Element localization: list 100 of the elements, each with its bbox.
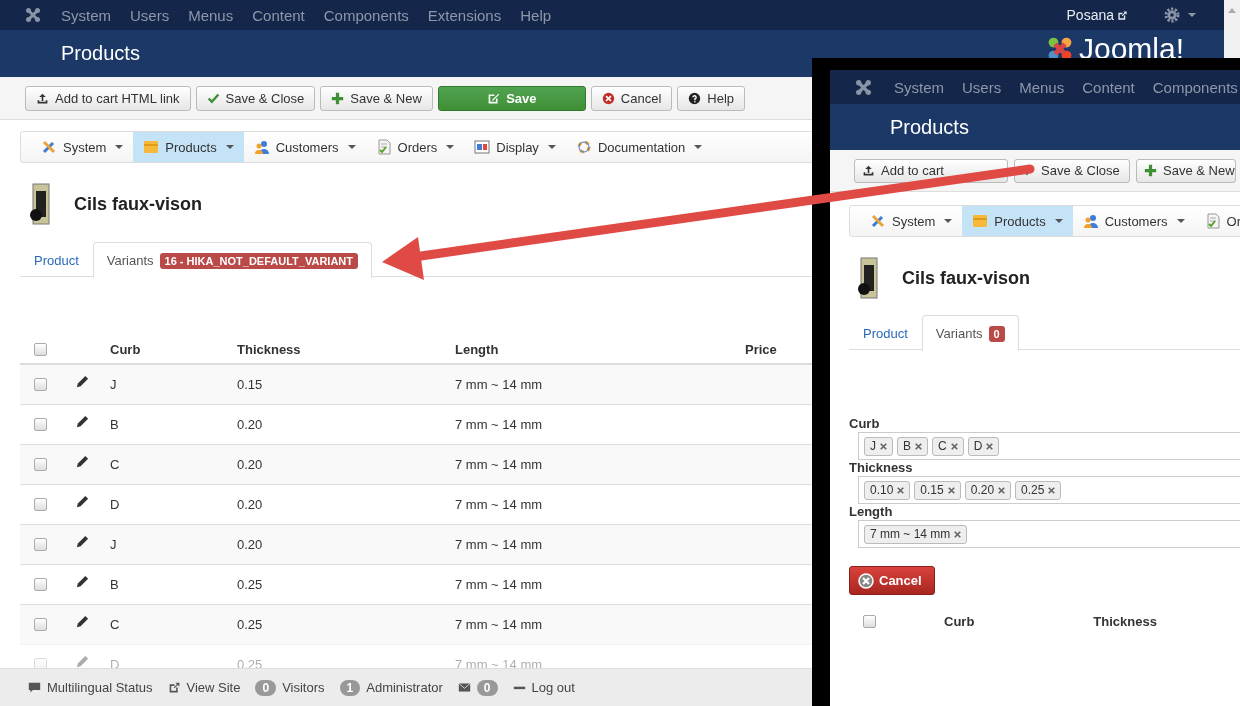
lifebuoy-icon (575, 139, 592, 155)
submenu-label: Documentation (597, 139, 686, 155)
toolbar-button[interactable]: Help (677, 85, 746, 111)
submenu-item[interactable]: Documentation (565, 132, 713, 162)
remove-icon[interactable] (913, 440, 924, 452)
table-cell-text: J (110, 536, 118, 554)
submenu-item[interactable]: Products (133, 132, 244, 162)
checkbox[interactable] (34, 578, 47, 591)
comment-icon (28, 681, 41, 694)
product-name: Cils faux-vison (74, 193, 203, 215)
scrollbar[interactable] (1224, 0, 1240, 58)
remove-icon[interactable] (1046, 484, 1058, 496)
table-cell-text: B (110, 576, 120, 594)
remove-icon[interactable] (878, 440, 889, 452)
users-icon (253, 139, 270, 155)
tab[interactable]: Product (849, 315, 922, 350)
checkbox[interactable] (34, 343, 47, 356)
table-cell-text: 0.25 (237, 616, 264, 634)
submenu-label: Customers (1104, 213, 1168, 229)
checkbox[interactable] (34, 458, 47, 471)
status-link[interactable]: Multilingual Status (47, 680, 153, 695)
toolbar-button[interactable]: Save & New (1136, 158, 1236, 183)
checkbox[interactable] (34, 538, 47, 551)
status-link[interactable]: Administrator (366, 680, 443, 695)
submenu-item[interactable]: System (31, 132, 134, 162)
pencil-icon[interactable] (75, 494, 90, 509)
joomla-logo-icon[interactable] (25, 7, 41, 23)
pencil-icon[interactable] (75, 614, 90, 629)
toolbar-button[interactable]: Save & New (320, 85, 433, 111)
tab[interactable]: Variants 16 - HIKA_NOT_DEFAULT_VARIANT (92, 242, 372, 278)
submenu-item[interactable]: Products (962, 206, 1073, 236)
tag-chip[interactable]: 0.20 (964, 480, 1012, 500)
tab[interactable]: Variants 0 (921, 315, 1019, 351)
remove-icon[interactable] (945, 484, 957, 496)
menu-item[interactable]: Content (252, 6, 305, 24)
pencil-icon[interactable] (75, 574, 90, 589)
checkbox[interactable] (34, 418, 47, 431)
menu-item[interactable]: System (894, 78, 944, 96)
table-cell-text: C (110, 616, 121, 634)
submenu-item[interactable]: Customers (243, 132, 366, 162)
menu-item[interactable]: Help (520, 6, 552, 24)
menu-item[interactable]: Menus (1019, 78, 1065, 96)
submenu-item[interactable]: Orders (365, 132, 465, 162)
menu-item[interactable]: Components (323, 6, 409, 24)
menu-item[interactable]: Users (962, 78, 1002, 96)
table-cell-text: D (110, 496, 121, 514)
pencil-icon[interactable] (75, 454, 90, 469)
status-link[interactable]: Visitors (282, 680, 325, 695)
tag-chip[interactable]: 0.25 (1015, 480, 1062, 500)
remove-icon[interactable] (952, 528, 964, 540)
tab[interactable]: Product (20, 242, 93, 277)
submenu-label: Display (496, 139, 539, 155)
status-link[interactable]: View Site (186, 680, 241, 695)
joomla-logo-icon[interactable] (855, 78, 872, 96)
submenu-item[interactable]: Customers (1072, 206, 1195, 236)
remove-icon[interactable] (948, 440, 960, 452)
user-link[interactable]: Posana (1066, 7, 1114, 23)
tag-input-field[interactable]: 0.10 0.15 0.20 0.25 (858, 476, 1240, 504)
submenu-item[interactable]: Or (1194, 206, 1240, 236)
tag-input-field[interactable]: 7 mm ~ 14 mm (858, 520, 1240, 548)
pencil-icon[interactable] (75, 414, 90, 429)
toolbar-button[interactable]: Save & Close (195, 85, 316, 111)
tag-chip[interactable]: 7 mm ~ 14 mm (864, 524, 968, 544)
checkbox[interactable] (34, 498, 47, 511)
menu-item[interactable]: System (61, 6, 111, 24)
menu-item[interactable]: Users (130, 6, 170, 24)
toolbar-button[interactable]: Cancel (590, 85, 673, 111)
checkbox[interactable] (34, 618, 47, 631)
submenu-item[interactable]: Display (464, 132, 566, 162)
tag-chip[interactable]: C (932, 436, 964, 456)
caret-icon (694, 145, 703, 149)
cancel-button[interactable]: Cancel (849, 566, 935, 595)
folder-icon (143, 139, 160, 155)
tag-label: J (870, 439, 876, 453)
status-link[interactable]: Log out (531, 680, 575, 695)
tag-input-field[interactable]: J B C D (858, 432, 1240, 460)
menu-item[interactable]: Menus (188, 6, 234, 24)
column-header: Thickness (1093, 613, 1157, 629)
tag-chip[interactable]: 0.15 (914, 480, 961, 500)
tag-chip[interactable]: 0.10 (864, 480, 911, 500)
settings-icon[interactable] (1164, 7, 1180, 23)
checkbox[interactable] (34, 378, 47, 391)
menu-item[interactable]: Content (1082, 78, 1135, 96)
menu-item[interactable]: Components (1152, 78, 1238, 96)
tag-chip[interactable]: B (897, 436, 928, 456)
toolbar-button[interactable]: Save (437, 85, 586, 111)
toolbar-button[interactable]: Add to cart HTML link (25, 85, 191, 111)
table-cell-text: 7 mm ~ 14 mm (455, 536, 544, 554)
remove-icon[interactable] (984, 440, 996, 452)
submenu-item[interactable]: System (860, 206, 963, 236)
checkbox[interactable] (863, 614, 876, 628)
remove-icon[interactable] (996, 484, 1008, 496)
tag-chip[interactable]: J (864, 436, 893, 456)
menu-item[interactable]: Extensions (427, 6, 502, 24)
pencil-icon[interactable] (75, 374, 90, 389)
tag-chip[interactable]: D (967, 436, 1000, 456)
table-cell-text: 7 mm ~ 14 mm (455, 416, 544, 434)
remove-icon[interactable] (895, 484, 907, 496)
pencil-icon[interactable] (75, 534, 90, 549)
count-badge: 0 (988, 325, 1005, 342)
